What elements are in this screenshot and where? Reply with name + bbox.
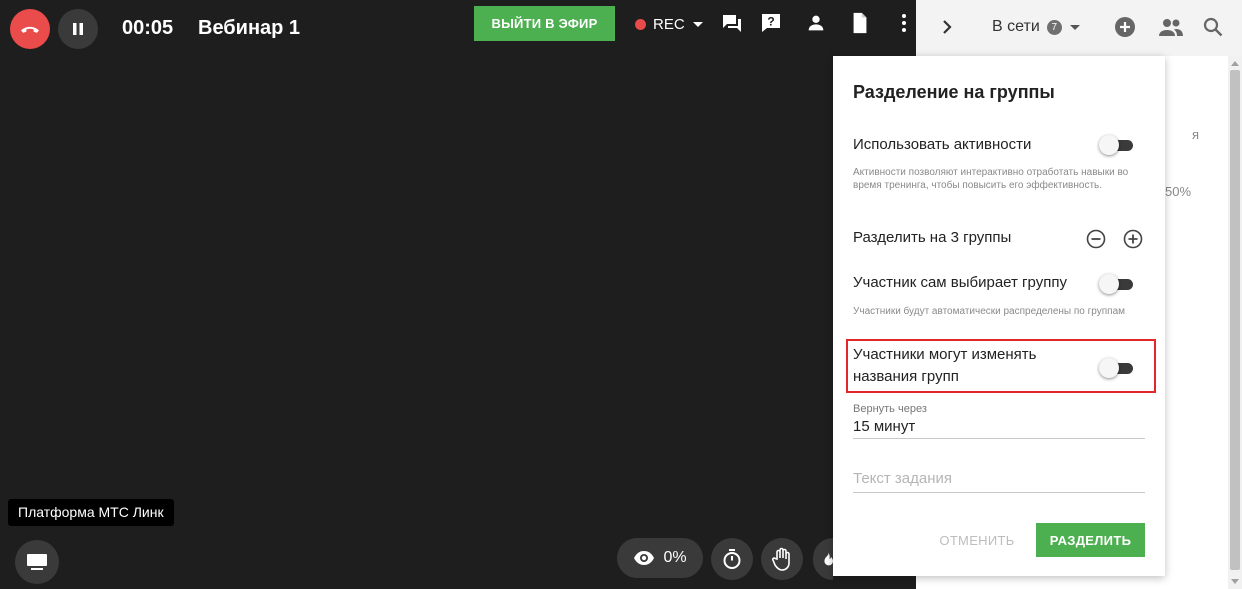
add-circle-icon [1115, 17, 1135, 37]
chevron-right-icon [943, 20, 952, 34]
session-timer: 00:05 [122, 17, 174, 39]
split-button[interactable]: РАЗДЕЛИТЬ [1036, 523, 1145, 557]
platform-tooltip: Платформа МТС Линк [8, 499, 174, 526]
webinar-title: Вебинар 1 [198, 17, 301, 39]
online-label: В сети [992, 18, 1040, 35]
rename-groups-label-line1: Участники могут изменять [853, 346, 1037, 363]
caret-down-icon [692, 22, 703, 27]
top-bar: 00:05 Вебинар 1 ВЫЙТИ В ЭФИР REC ? [0, 0, 916, 56]
viewers-indicator[interactable]: 0% [617, 538, 703, 578]
panel-text-fragment: я [1192, 127, 1200, 142]
split-groups-label: Разделить на 3 группы [853, 229, 1012, 246]
end-call-icon [21, 26, 39, 33]
pause-icon [73, 23, 83, 35]
participants-button[interactable] [802, 9, 830, 37]
end-call-button[interactable] [10, 9, 50, 49]
rename-groups-toggle[interactable] [1099, 358, 1139, 378]
decrease-groups-button[interactable] [1085, 228, 1107, 250]
rec-label: REC [653, 16, 685, 33]
more-menu-button[interactable] [890, 9, 918, 37]
screen-share-button[interactable] [15, 540, 59, 584]
scroll-up-icon[interactable] [1231, 61, 1239, 66]
plus-circle-icon [1123, 229, 1143, 249]
use-activities-toggle[interactable] [1099, 135, 1139, 155]
search-icon [1203, 17, 1223, 37]
increase-groups-button[interactable] [1122, 228, 1144, 250]
use-activities-hint: Активности позволяют интерактивно отрабо… [853, 167, 1129, 191]
viewers-percent: 0% [663, 549, 687, 566]
online-count-badge: 7 [1046, 19, 1062, 35]
scroll-down-icon[interactable] [1231, 579, 1239, 584]
search-button[interactable] [1200, 14, 1226, 40]
timer-icon [723, 549, 741, 569]
svg-text:?: ? [767, 15, 774, 29]
use-activities-label: Использовать активности [853, 136, 1032, 153]
task-text-input[interactable]: Текст задания [853, 470, 952, 487]
breakout-groups-dialog: Разделение на группы Использовать активн… [833, 56, 1165, 576]
document-icon [853, 12, 867, 34]
caret-down-icon [1069, 24, 1080, 30]
rename-groups-label-line2: названия групп [853, 368, 959, 385]
fire-icon [824, 552, 833, 566]
chat-button[interactable] [718, 9, 746, 37]
scrollbar-thumb[interactable] [1230, 70, 1240, 570]
hand-icon [772, 547, 790, 571]
panel-text-fragment: 50% [1165, 184, 1192, 199]
pause-button[interactable] [58, 9, 98, 49]
reactions-button[interactable] [813, 538, 833, 580]
return-after-underline [853, 438, 1145, 439]
minus-circle-icon [1086, 229, 1106, 249]
return-after-select[interactable]: 15 минут [853, 418, 915, 435]
self-choose-toggle[interactable] [1099, 274, 1139, 294]
return-after-label: Вернуть через [853, 403, 927, 415]
group-icon [1159, 19, 1183, 36]
task-text-underline [853, 492, 1145, 493]
questions-button[interactable]: ? [757, 9, 785, 37]
groups-button[interactable] [1156, 14, 1186, 40]
more-vert-icon [902, 14, 906, 32]
rec-indicator-icon [635, 19, 646, 30]
go-live-button[interactable]: ВЫЙТИ В ЭФИР [474, 6, 615, 41]
person-icon [808, 15, 824, 31]
self-choose-hint: Участники будут автоматически распределе… [853, 306, 1126, 317]
self-choose-label: Участник сам выбирает группу [853, 274, 1067, 291]
collapse-panel-button[interactable] [936, 16, 958, 38]
rec-dropdown[interactable]: REC [635, 16, 703, 33]
right-panel-header: В сети 7 [916, 0, 1242, 56]
cancel-button[interactable]: ОТМЕНИТЬ [933, 524, 1021, 556]
files-button[interactable] [846, 9, 874, 37]
question-icon: ? [762, 14, 780, 32]
panel-scrollbar[interactable] [1228, 56, 1242, 589]
screen-share-icon [27, 554, 47, 570]
raise-hand-button[interactable] [761, 538, 803, 580]
online-dropdown[interactable]: В сети 7 [992, 18, 1080, 36]
dialog-title: Разделение на группы [853, 82, 1055, 102]
add-button[interactable] [1112, 14, 1138, 40]
eye-icon [634, 551, 655, 565]
chat-icon [723, 15, 741, 32]
timer-button[interactable] [711, 538, 753, 580]
